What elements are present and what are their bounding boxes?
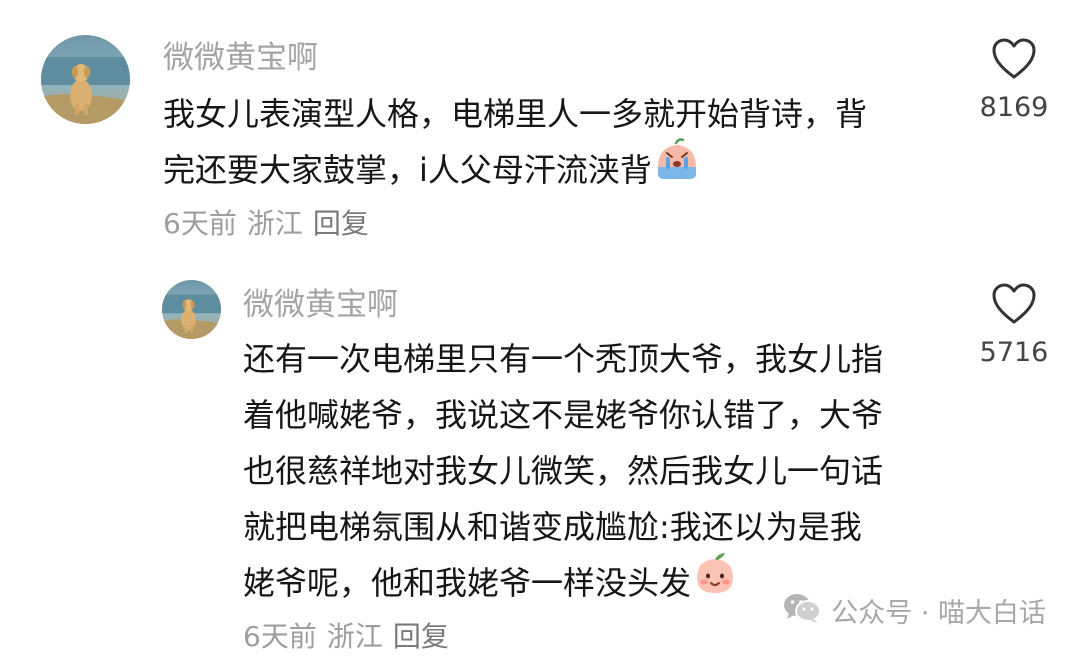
comment-line: 还有一次电梯里只有一个秃顶大爷，我女儿指 <box>243 340 884 378</box>
comment-line: 就把电梯氛围从和谐变成尴尬:我还以为是我 <box>243 508 862 546</box>
comment-line-text: 完还要大家鼓掌，i人父母汗流浃背 <box>163 151 652 189</box>
peach-face-emoji-icon <box>693 550 737 613</box>
comment-line: 完还要大家鼓掌，i人父母汗流浃背 <box>163 137 867 198</box>
dog-photo <box>162 280 221 339</box>
comment-line: 着他喊姥爷，我说这不是姥爷你认错了，大爷 <box>243 396 884 434</box>
like-group: 8169 <box>969 38 1059 126</box>
comment-time: 6天前 <box>243 620 317 653</box>
comment-meta: 6天前 浙江 回复 <box>243 619 459 655</box>
heart-icon[interactable] <box>991 283 1037 325</box>
watermark: 公众号 · 喵大白话 <box>783 592 1046 636</box>
like-count: 8169 <box>979 92 1049 123</box>
like-count: 5716 <box>979 337 1049 368</box>
comment-time: 6天前 <box>163 207 237 240</box>
reply-button[interactable]: 回复 <box>313 207 369 240</box>
comment-line: 我女儿表演型人格，电梯里人一多就开始背诗，背 <box>163 95 868 133</box>
comment-text: 还有一次电梯里只有一个秃顶大爷，我女儿指 着他喊姥爷，我说这不是姥爷你认错了，大… <box>243 331 883 611</box>
comment-location: 浙江 <box>246 207 303 240</box>
avatar[interactable] <box>162 280 221 339</box>
heart-icon[interactable] <box>991 38 1037 80</box>
watermark-text: 公众号 · 喵大白话 <box>831 598 1046 629</box>
reply-button[interactable]: 回复 <box>393 620 449 653</box>
username[interactable]: 微微黄宝啊 <box>163 38 318 78</box>
dog-photo <box>41 35 130 124</box>
comment-line-text: 姥爷呢，他和我姥爷一样没头发 <box>243 564 692 602</box>
comment-meta: 6天前 浙江 回复 <box>163 206 379 242</box>
comment-location: 浙江 <box>326 620 383 653</box>
crying-face-emoji-icon <box>654 137 700 200</box>
like-group: 5716 <box>969 283 1059 371</box>
comment-text: 我女儿表演型人格，电梯里人一多就开始背诗，背 完还要大家鼓掌，i人父母汗流浃背 <box>163 86 867 198</box>
username[interactable]: 微微黄宝啊 <box>243 285 398 325</box>
wechat-icon <box>783 592 822 636</box>
avatar[interactable] <box>41 35 130 124</box>
comment-line: 也很慈祥地对我女儿微笑，然后我女儿一句话 <box>243 452 884 490</box>
